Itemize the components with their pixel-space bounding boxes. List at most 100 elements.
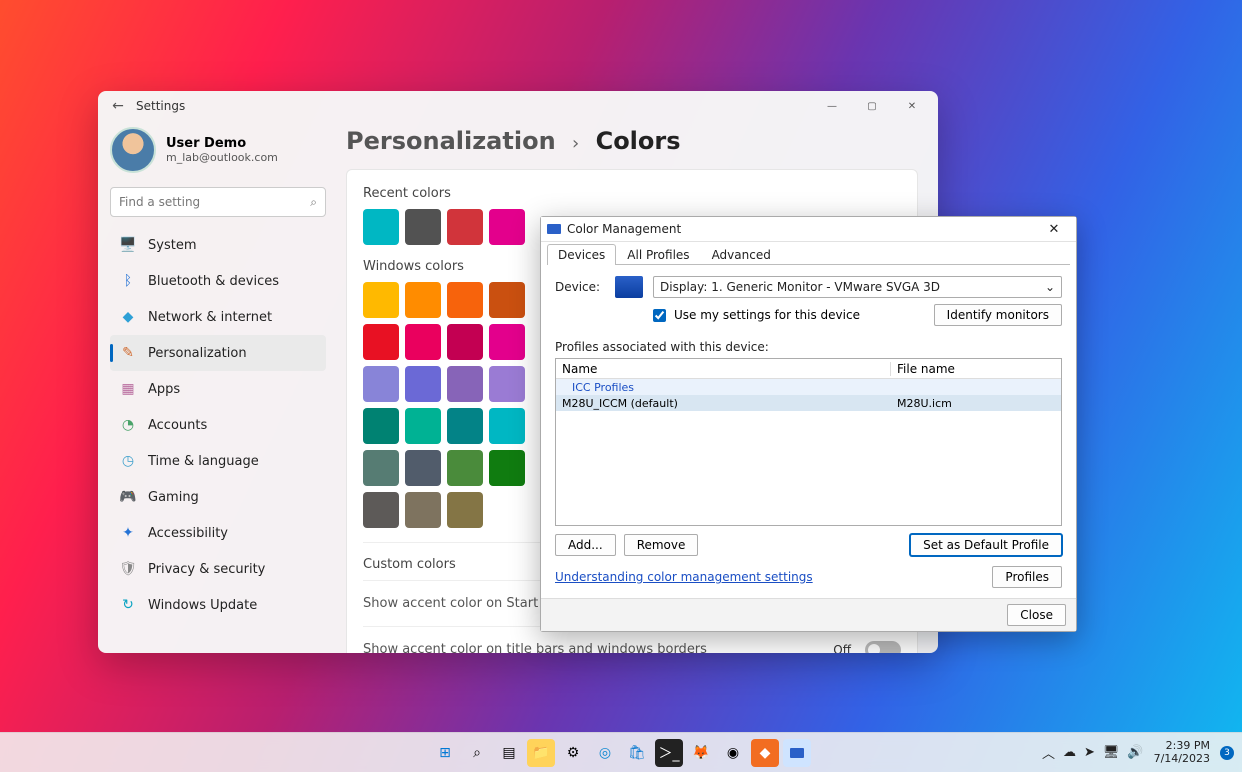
window-controls: — ▢ ✕ [812, 91, 932, 121]
bluetooth-icon: ᛒ [120, 273, 136, 289]
cm-use-settings-input[interactable] [653, 309, 666, 322]
breadcrumb-parent[interactable]: Personalization [346, 127, 556, 155]
windows-color-swatch[interactable] [489, 408, 525, 444]
cm-close-button[interactable]: ✕ [1038, 222, 1070, 237]
cm-understanding-link[interactable]: Understanding color management settings [555, 570, 813, 584]
cm-profile-row[interactable]: M28U_ICCM (default)M28U.icm [556, 395, 1061, 411]
terminal-icon[interactable]: ＞_ [655, 739, 683, 767]
notification-badge[interactable]: 3 [1220, 746, 1234, 760]
recent-color-swatch[interactable] [489, 209, 525, 245]
cm-add-button[interactable]: Add... [555, 534, 616, 556]
store-icon[interactable]: 🛍 [623, 739, 651, 767]
windows-color-swatch[interactable] [447, 492, 483, 528]
identify-monitors-button[interactable]: Identify monitors [934, 304, 1062, 326]
tray-network-icon[interactable]: 🖥 [1103, 745, 1120, 760]
sidebar-item-update[interactable]: ↻Windows Update [110, 587, 326, 623]
windows-color-swatch[interactable] [405, 408, 441, 444]
accounts-icon: ◔ [120, 417, 136, 433]
windows-color-swatch[interactable] [405, 324, 441, 360]
windows-color-swatch[interactable] [489, 282, 525, 318]
toggle-off-text-2: Off [833, 643, 851, 654]
cm-tab-all-profiles[interactable]: All Profiles [616, 244, 700, 265]
recent-color-swatch[interactable] [363, 209, 399, 245]
windows-color-swatch[interactable] [405, 366, 441, 402]
windows-color-swatch[interactable] [405, 282, 441, 318]
tray-chevron-icon[interactable]: ︿ [1042, 743, 1055, 762]
sidebar-item-label: Windows Update [148, 598, 257, 613]
sidebar-item-apps[interactable]: ▦Apps [110, 371, 326, 407]
back-button[interactable]: ← [104, 98, 132, 114]
chevron-right-icon: › [572, 133, 579, 154]
cm-profile-list[interactable]: Name File name ICC ProfilesM28U_ICCM (de… [555, 358, 1062, 526]
cm-col-file[interactable]: File name [891, 362, 1061, 376]
windows-color-swatch[interactable] [489, 450, 525, 486]
personalization-icon: ✎ [120, 345, 136, 361]
recent-color-swatch[interactable] [447, 209, 483, 245]
cm-use-settings-label: Use my settings for this device [674, 308, 860, 322]
settings-icon[interactable]: ⚙ [559, 739, 587, 767]
gaming-icon: 🎮 [120, 489, 136, 505]
sidebar-item-system[interactable]: 🖥️System [110, 227, 326, 263]
cm-list-header: Name File name [556, 359, 1061, 379]
chrome-icon[interactable]: ◉ [719, 739, 747, 767]
sidebar-item-label: Bluetooth & devices [148, 274, 279, 289]
windows-color-swatch[interactable] [489, 324, 525, 360]
windows-color-swatch[interactable] [447, 366, 483, 402]
user-block[interactable]: User Demo m_lab@outlook.com [110, 121, 326, 187]
cm-remove-button[interactable]: Remove [624, 534, 699, 556]
accent-title-toggle[interactable] [865, 641, 901, 654]
cm-use-settings-checkbox[interactable]: Use my settings for this device [649, 306, 860, 325]
cm-device-select[interactable]: Display: 1. Generic Monitor - VMware SVG… [653, 276, 1062, 298]
search-input[interactable]: Find a setting ⌕ [110, 187, 326, 217]
start-button[interactable]: ⊞ [431, 739, 459, 767]
windows-color-swatch[interactable] [447, 324, 483, 360]
cm-set-default-button[interactable]: Set as Default Profile [910, 534, 1062, 556]
taskbar-search-icon[interactable]: ⌕ [463, 739, 491, 767]
tray-volume-icon[interactable]: 🔊 [1127, 745, 1143, 760]
recent-color-swatch[interactable] [405, 209, 441, 245]
sidebar-item-gaming[interactable]: 🎮Gaming [110, 479, 326, 515]
sidebar-item-time[interactable]: ◷Time & language [110, 443, 326, 479]
windows-color-swatch[interactable] [363, 450, 399, 486]
tray-cloud-icon[interactable]: ☁ [1063, 745, 1076, 760]
color-mgmt-taskbar-icon[interactable] [783, 739, 811, 767]
windows-color-swatch[interactable] [363, 492, 399, 528]
windows-color-swatch[interactable] [363, 366, 399, 402]
sidebar-item-privacy[interactable]: 🛡Privacy & security [110, 551, 326, 587]
task-view-icon[interactable]: ▤ [495, 739, 523, 767]
cm-close-footer-button[interactable]: Close [1007, 604, 1066, 626]
app-orange-icon[interactable]: ◆ [751, 739, 779, 767]
sidebar-item-network[interactable]: ◆Network & internet [110, 299, 326, 335]
cm-tab-devices[interactable]: Devices [547, 244, 616, 265]
settings-titlebar: ← Settings — ▢ ✕ [98, 91, 938, 121]
cm-tab-advanced[interactable]: Advanced [701, 244, 782, 265]
windows-color-swatch[interactable] [405, 492, 441, 528]
time-icon: ◷ [120, 453, 136, 469]
windows-color-swatch[interactable] [363, 408, 399, 444]
windows-color-swatch[interactable] [363, 324, 399, 360]
cm-profiles-button[interactable]: Profiles [992, 566, 1062, 588]
tray-clock[interactable]: 2:39 PM 7/14/2023 [1154, 740, 1210, 764]
sidebar-item-bluetooth[interactable]: ᛒ Bluetooth & devices [110, 263, 326, 299]
cm-col-name[interactable]: Name [556, 362, 891, 376]
sidebar-item-accessibility[interactable]: ✦Accessibility [110, 515, 326, 551]
explorer-icon[interactable]: 📁 [527, 739, 555, 767]
cm-device-value: Display: 1. Generic Monitor - VMware SVG… [660, 280, 940, 294]
windows-color-swatch[interactable] [363, 282, 399, 318]
windows-color-swatch[interactable] [405, 450, 441, 486]
close-button[interactable]: ✕ [892, 91, 932, 121]
windows-color-swatch[interactable] [447, 450, 483, 486]
edge-icon[interactable]: ◎ [591, 739, 619, 767]
settings-app-title: Settings [136, 99, 185, 113]
minimize-button[interactable]: — [812, 91, 852, 121]
tray-location-icon[interactable]: ➤ [1084, 745, 1095, 760]
maximize-button[interactable]: ▢ [852, 91, 892, 121]
tray-time: 2:39 PM [1154, 740, 1210, 752]
sidebar-item-accounts[interactable]: ◔Accounts [110, 407, 326, 443]
windows-color-swatch[interactable] [447, 408, 483, 444]
windows-color-swatch[interactable] [489, 366, 525, 402]
windows-color-swatch[interactable] [447, 282, 483, 318]
sidebar-item-personalization[interactable]: ✎Personalization [110, 335, 326, 371]
firefox-icon[interactable]: 🦊 [687, 739, 715, 767]
user-email: m_lab@outlook.com [166, 151, 278, 164]
